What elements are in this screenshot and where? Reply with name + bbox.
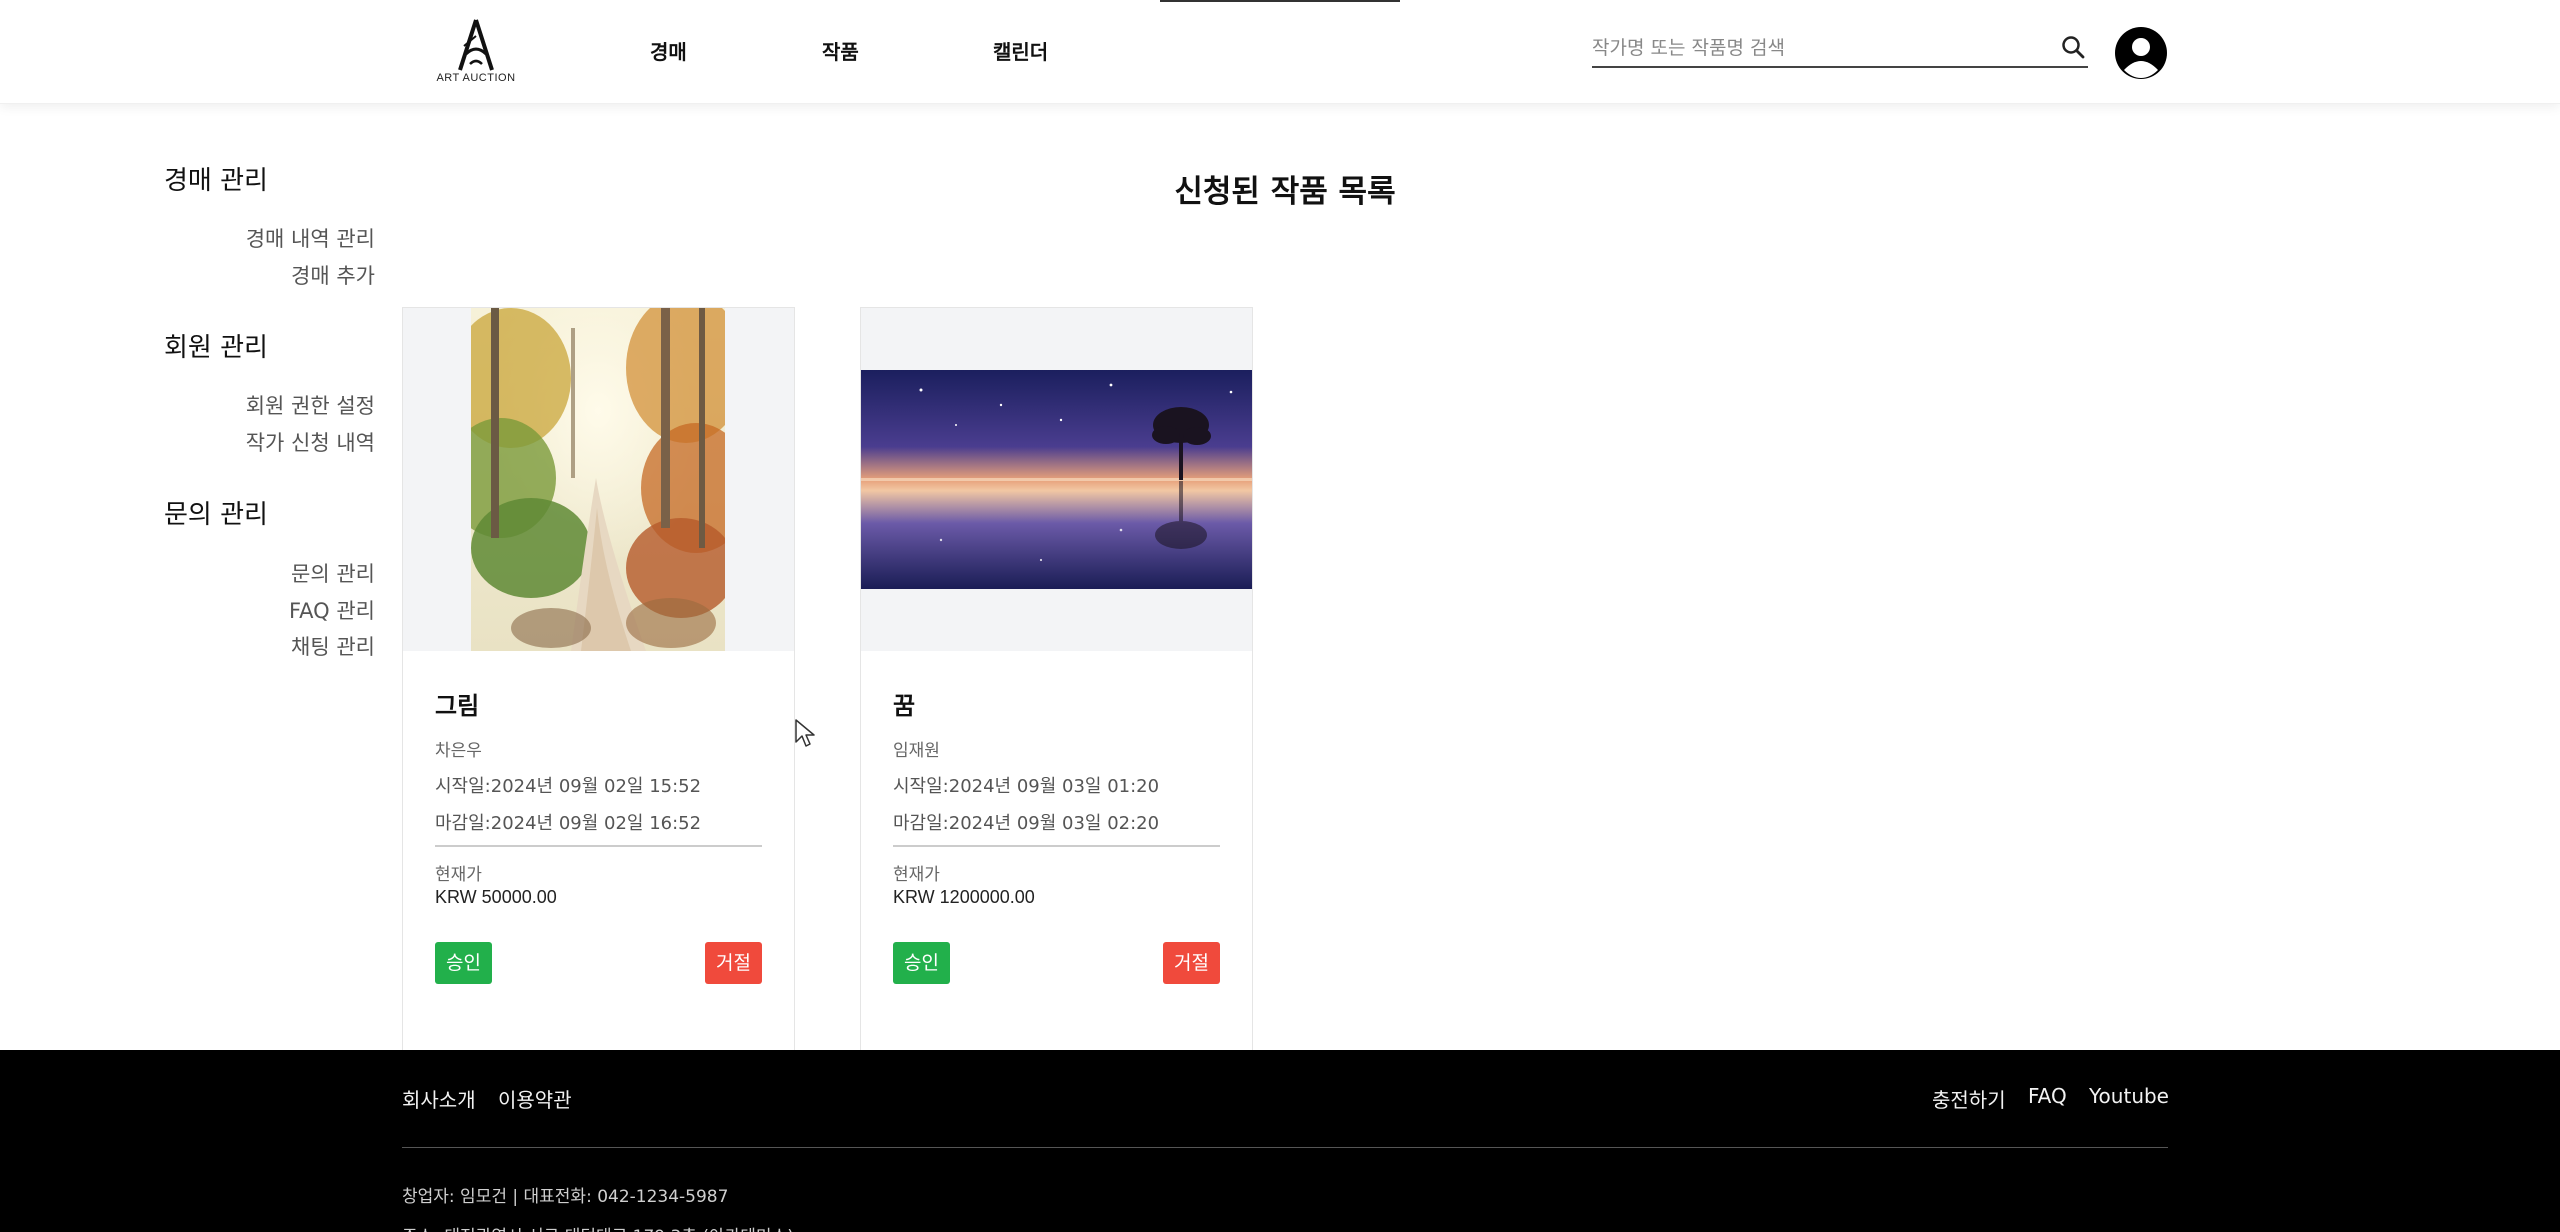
artwork-image-starry-lake[interactable] (861, 370, 1252, 589)
logo[interactable]: ART AUCTION (436, 16, 516, 86)
footer-link-about[interactable]: 회사소개 (402, 1084, 476, 1113)
card-end-date: 마감일:2024년 09월 02일 16:52 (435, 813, 702, 834)
sidebar-heading-members: 회원 관리 (164, 333, 268, 363)
card-start-date: 시작일:2024년 09월 02일 15:52 (435, 776, 702, 797)
card-start-date: 시작일:2024년 09월 03일 01:20 (893, 776, 1160, 797)
artwork-image-frame (861, 308, 1252, 651)
footer-company-info: 창업자: 임모건 | 대표전화: 042-1234-5987 (402, 1187, 729, 1207)
sidebar-heading-inquiries: 문의 관리 (164, 500, 268, 530)
approve-button[interactable]: 승인 (435, 942, 492, 984)
card-divider (893, 845, 1220, 847)
sidebar-heading-auction: 경매 관리 (164, 166, 268, 196)
card-artist: 차은우 (435, 741, 482, 761)
artwork-card: 꿈 임재원 시작일:2024년 09월 03일 01:20 마감일:2024년 … (860, 307, 1253, 1052)
sidebar-item-auction-history[interactable]: 경매 내역 관리 (246, 223, 375, 253)
card-title: 꿈 (893, 692, 916, 720)
card-title: 그림 (435, 692, 480, 720)
card-artist: 임재원 (893, 741, 940, 761)
logo-mark-icon (458, 19, 494, 71)
card-divider (435, 845, 762, 847)
reject-button[interactable]: 거절 (705, 942, 762, 984)
user-avatar-icon[interactable] (2114, 26, 2168, 80)
card-price: KRW 50000.00 (435, 887, 557, 907)
sidebar-item-inquiries[interactable]: 문의 관리 (291, 558, 375, 588)
card-price: KRW 1200000.00 (893, 887, 1035, 907)
footer-link-youtube[interactable]: Youtube (2089, 1084, 2169, 1108)
sidebar-item-member-permissions[interactable]: 회원 권한 설정 (246, 390, 375, 420)
sidebar-item-add-auction[interactable]: 경매 추가 (291, 260, 375, 290)
page-title: 신청된 작품 목록 (1174, 174, 1396, 210)
reject-button[interactable]: 거절 (1163, 942, 1220, 984)
footer-address: 주소: 대전광역시 서구 대덕대로 179 3층 (아카데미스) (402, 1222, 794, 1232)
approve-button[interactable]: 승인 (893, 942, 950, 984)
sidebar-item-faq[interactable]: FAQ 관리 (289, 595, 375, 625)
nav-auction[interactable]: 경매 (650, 36, 687, 65)
nav-calendar[interactable]: 캘린더 (993, 36, 1048, 65)
footer-link-faq[interactable]: FAQ (2028, 1084, 2067, 1108)
search-icon[interactable] (2060, 34, 2086, 60)
footer-link-terms[interactable]: 이용약관 (498, 1084, 572, 1113)
footer-link-charge[interactable]: 충전하기 (1932, 1084, 2006, 1113)
nav-artworks[interactable]: 작품 (822, 36, 859, 65)
artwork-image-frame (403, 308, 794, 651)
sidebar-item-chat[interactable]: 채팅 관리 (291, 631, 375, 661)
search-input[interactable] (1592, 34, 2042, 62)
artwork-image-forest-path[interactable] (471, 308, 725, 651)
card-end-date: 마감일:2024년 09월 03일 02:20 (893, 813, 1160, 834)
top-header: ART AUCTION 경매 작품 캘린더 (0, 0, 2560, 104)
search-bar (1592, 28, 2088, 68)
header-accent-bar (1160, 0, 1400, 2)
sidebar-item-artist-applications[interactable]: 작가 신청 내역 (246, 427, 375, 457)
card-price-label: 현재가 (893, 865, 940, 885)
mouse-pointer-icon (795, 719, 815, 747)
card-price-label: 현재가 (435, 865, 482, 885)
logo-text: ART AUCTION (436, 72, 516, 84)
artwork-card: 그림 차은우 시작일:2024년 09월 02일 15:52 마감일:2024년… (402, 307, 795, 1052)
site-footer: 회사소개 이용약관 충전하기 FAQ Youtube 창업자: 임모건 | 대표… (0, 1050, 2560, 1232)
footer-divider (402, 1147, 2168, 1148)
